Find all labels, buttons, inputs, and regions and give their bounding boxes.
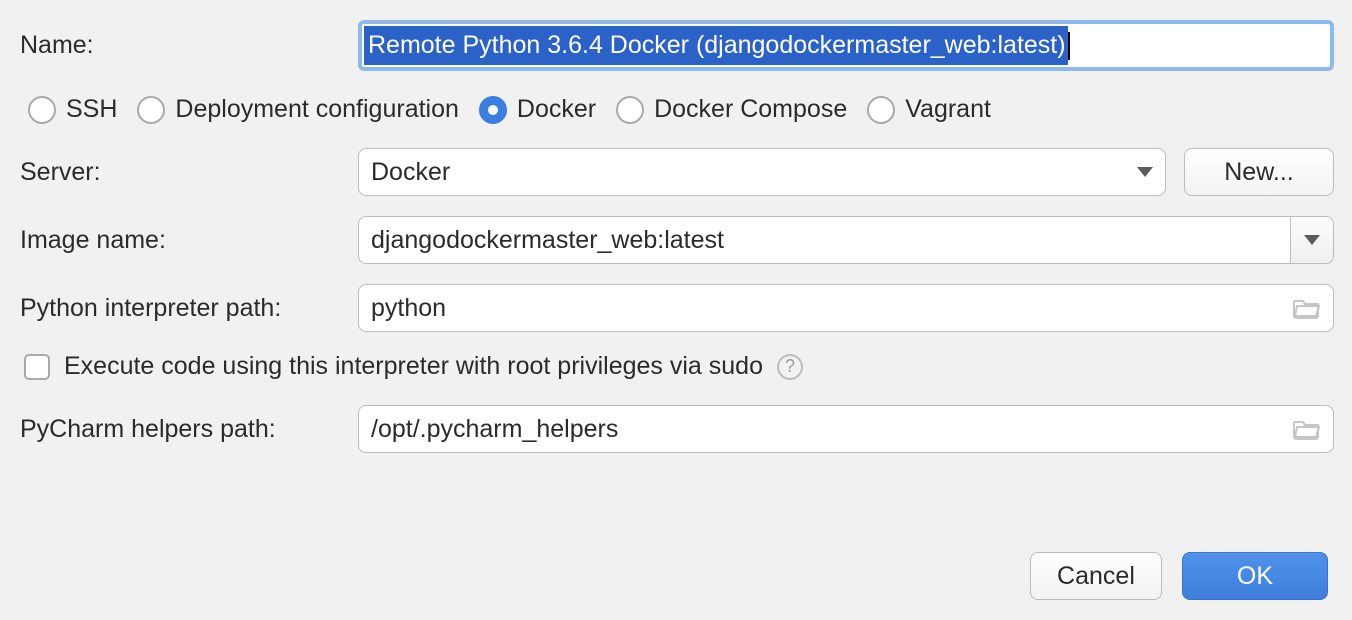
image-name-label: Image name: bbox=[18, 226, 358, 255]
cancel-button[interactable]: Cancel bbox=[1030, 552, 1162, 600]
sudo-checkbox-label: Execute code using this interpreter with… bbox=[64, 352, 763, 381]
folder-open-icon[interactable] bbox=[1293, 418, 1321, 440]
help-icon[interactable]: ? bbox=[777, 354, 803, 380]
name-label: Name: bbox=[18, 31, 358, 60]
name-input[interactable]: Remote Python 3.6.4 Docker (djangodocker… bbox=[358, 20, 1334, 71]
radio-label: Docker bbox=[517, 95, 596, 124]
radio-icon bbox=[867, 96, 895, 124]
radio-label: SSH bbox=[66, 95, 117, 124]
radio-icon bbox=[479, 96, 507, 124]
radio-deployment[interactable]: Deployment configuration bbox=[137, 95, 459, 124]
radio-docker-compose[interactable]: Docker Compose bbox=[616, 95, 847, 124]
radio-label: Docker Compose bbox=[654, 95, 847, 124]
helpers-path-input[interactable]: /opt/.pycharm_helpers bbox=[358, 405, 1334, 453]
radio-ssh[interactable]: SSH bbox=[28, 95, 117, 124]
chevron-down-icon bbox=[1304, 235, 1320, 245]
new-server-button[interactable]: New... bbox=[1184, 148, 1334, 196]
image-name-dropdown-button[interactable] bbox=[1290, 216, 1334, 264]
radio-icon bbox=[616, 96, 644, 124]
radio-icon bbox=[137, 96, 165, 124]
radio-label: Vagrant bbox=[905, 95, 991, 124]
sudo-checkbox[interactable] bbox=[24, 354, 50, 380]
configure-remote-interpreter-dialog: Name: Remote Python 3.6.4 Docker (django… bbox=[0, 0, 1352, 620]
radio-label: Deployment configuration bbox=[175, 95, 459, 124]
helpers-path-label: PyCharm helpers path: bbox=[18, 415, 358, 444]
image-name-value: djangodockermaster_web:latest bbox=[371, 226, 724, 255]
radio-docker[interactable]: Docker bbox=[479, 95, 596, 124]
radio-icon bbox=[28, 96, 56, 124]
radio-vagrant[interactable]: Vagrant bbox=[867, 95, 991, 124]
name-input-selection: Remote Python 3.6.4 Docker (djangodocker… bbox=[364, 26, 1068, 65]
server-select[interactable]: Docker bbox=[358, 148, 1166, 196]
ok-button[interactable]: OK bbox=[1182, 552, 1328, 600]
connection-type-radiogroup: SSH Deployment configuration Docker Dock… bbox=[18, 95, 1334, 124]
text-cursor bbox=[1068, 32, 1070, 60]
interpreter-path-value: python bbox=[371, 294, 446, 323]
interpreter-path-label: Python interpreter path: bbox=[18, 294, 358, 323]
interpreter-path-input[interactable]: python bbox=[358, 284, 1334, 332]
server-label: Server: bbox=[18, 158, 358, 187]
image-name-combo[interactable]: djangodockermaster_web:latest bbox=[358, 216, 1334, 264]
dialog-footer: Cancel OK bbox=[1030, 552, 1328, 600]
server-select-value: Docker bbox=[371, 158, 450, 187]
chevron-down-icon bbox=[1137, 167, 1153, 177]
helpers-path-value: /opt/.pycharm_helpers bbox=[371, 415, 618, 444]
folder-open-icon[interactable] bbox=[1293, 297, 1321, 319]
